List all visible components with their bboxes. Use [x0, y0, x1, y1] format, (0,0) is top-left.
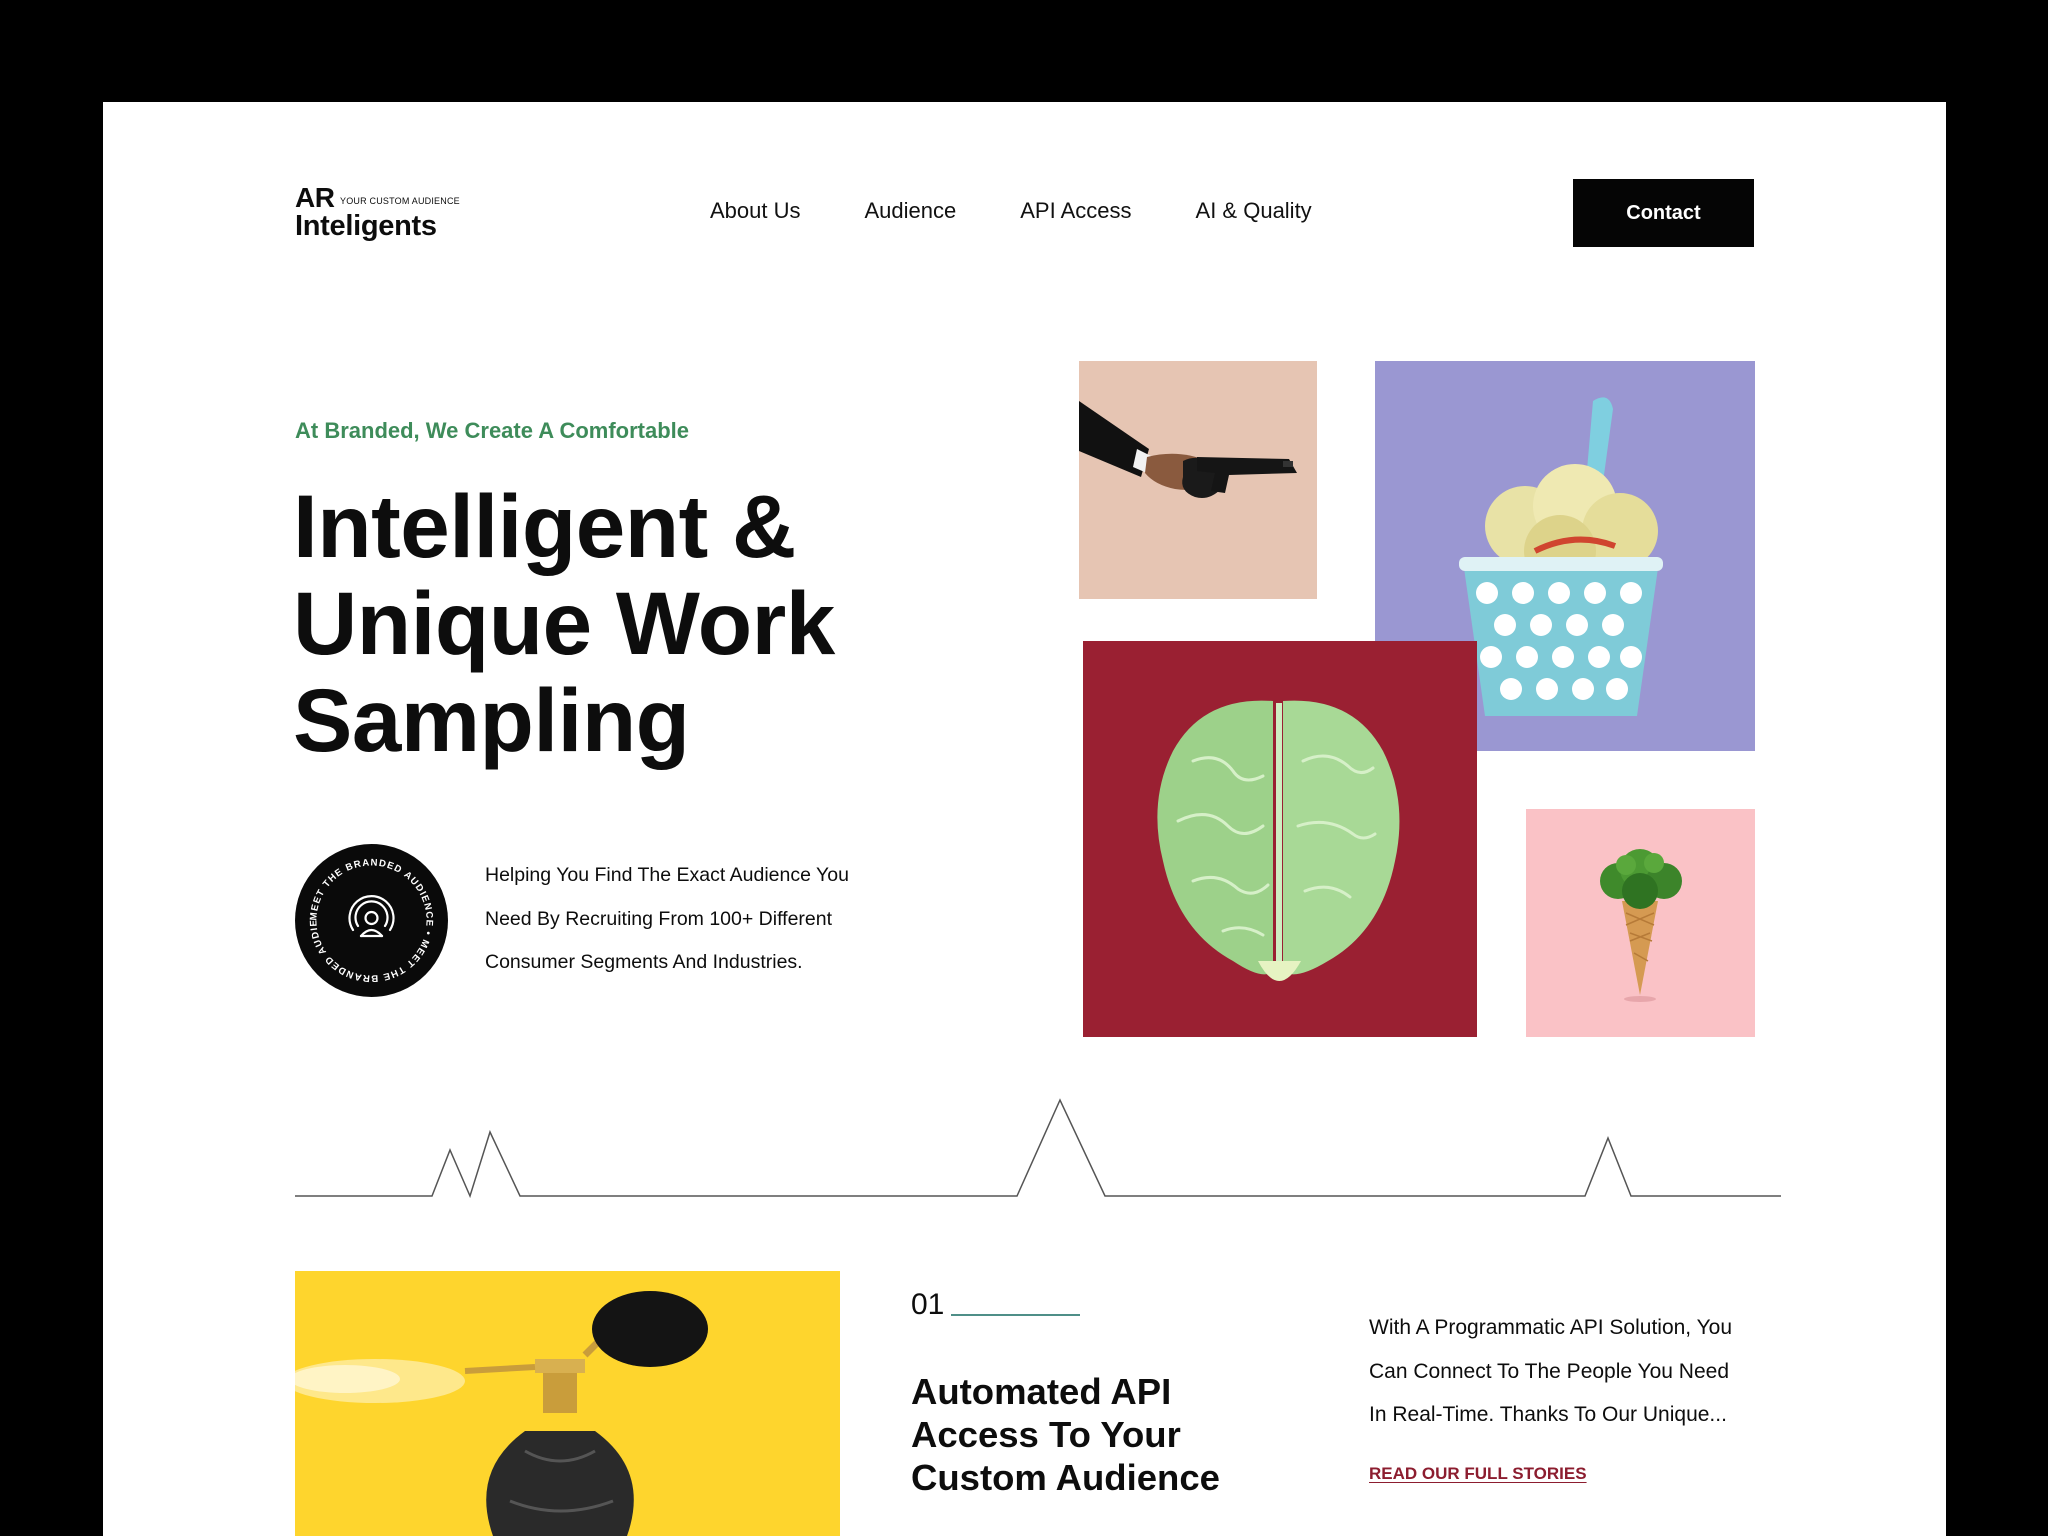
feature-title-line: Access To Your [911, 1414, 1181, 1455]
contact-button[interactable]: Contact [1573, 179, 1754, 247]
feature-title-line: Custom Audience [911, 1457, 1220, 1498]
hero-description-line: Need By Recruiting From 100+ Different [485, 907, 833, 930]
read-stories-link[interactable]: READ OUR FULL STORIES [1369, 1464, 1587, 1484]
nav-about-us[interactable]: About Us [710, 198, 801, 224]
logo-tagline: YOUR CUSTOM AUDIENCE [340, 196, 460, 206]
feature-number-rule [951, 1314, 1080, 1316]
feature-description: With A Programmatic API Solution, You Ca… [1369, 1306, 1789, 1437]
pulse-line-divider [295, 1098, 1781, 1199]
hero-description-line: Helping You Find The Exact Audience You [485, 864, 849, 886]
logo-name: Inteligents [295, 210, 437, 242]
feature-title: Automated API Access To Your Custom Audi… [911, 1370, 1291, 1499]
nav-api-access[interactable]: API Access [1020, 198, 1131, 224]
cabbage-brain-image [1083, 641, 1477, 1037]
hero-title: Intelligent & Unique Work Sampling [293, 478, 933, 769]
feature-number: 01 [911, 1288, 945, 1321]
handshake-gun-image [1079, 361, 1317, 599]
feature-description-line: Can Connect To The People You Need [1369, 1359, 1730, 1383]
feature-description-line: With A Programmatic API Solution, You [1369, 1316, 1733, 1339]
hero-eyebrow: At Branded, We Create A Comfortable [295, 418, 690, 443]
landing-page: AR YOUR CUSTOM AUDIENCE Inteligents Abou… [103, 102, 1946, 1536]
hero-title-line: Sampling [293, 670, 690, 770]
perfume-bag-image [295, 1271, 840, 1536]
main-nav: About Us Audience API Access AI & Qualit… [710, 198, 1376, 224]
hero-title-line: Intelligent & [293, 476, 796, 576]
hero-description-line: Consumer Segments And Industries. [485, 951, 803, 973]
hero-description: Helping You Find The Exact Audience You … [485, 854, 945, 985]
meet-audience-badge[interactable]: MEET THE BRANDED AUDIENCE • MEET THE BRA… [291, 836, 448, 997]
broccoli-cone-image [1526, 809, 1755, 1037]
feature-description-line: In Real-Time. Thanks To Our Unique... [1369, 1403, 1727, 1426]
hero-title-line: Unique Work [293, 573, 835, 673]
feature-title-line: Automated API [911, 1371, 1172, 1412]
nav-ai-quality[interactable]: AI & Quality [1196, 198, 1312, 224]
nav-audience[interactable]: Audience [865, 198, 957, 224]
